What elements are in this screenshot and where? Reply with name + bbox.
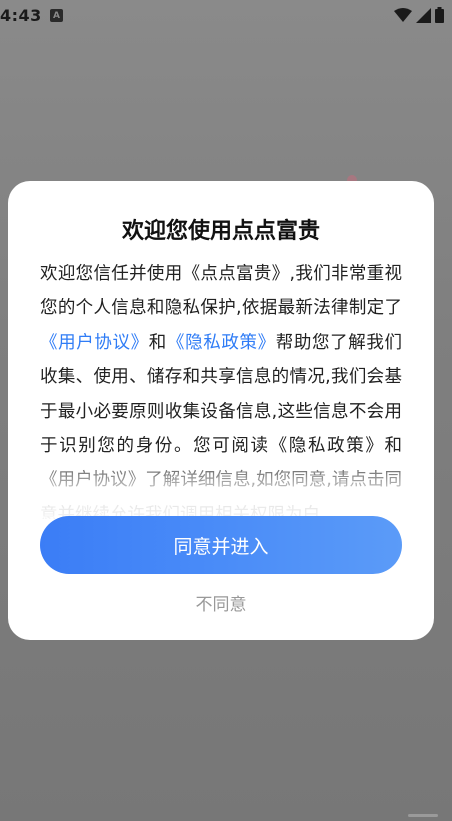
user-agreement-link[interactable]: 《用户协议》 [40,333,149,353]
notification-a-icon: A [50,9,63,22]
status-bar: 4:43 A [0,0,452,32]
navigation-hint [408,814,438,817]
body-intro: 欢迎您信任并使用《点点富贵》,我们非常重视您的个人信息和隐私保护,依据最新法律制… [40,264,402,319]
body-and: 和 [148,332,167,353]
wifi-icon [394,7,412,22]
status-time: 4:43 [0,6,42,25]
privacy-dialog: 欢迎您使用点点富贵 欢迎您信任并使用《点点富贵》,我们非常重视您的个人信息和隐私… [8,181,434,640]
dialog-title: 欢迎您使用点点富贵 [121,219,320,244]
agree-button[interactable]: 同意并进入 [40,516,402,574]
status-icons [394,7,444,23]
battery-icon [435,7,444,23]
disagree-button[interactable]: 不同意 [8,589,434,615]
privacy-policy-link[interactable]: 《隐私政策》 [167,333,276,353]
signal-icon [416,7,431,23]
